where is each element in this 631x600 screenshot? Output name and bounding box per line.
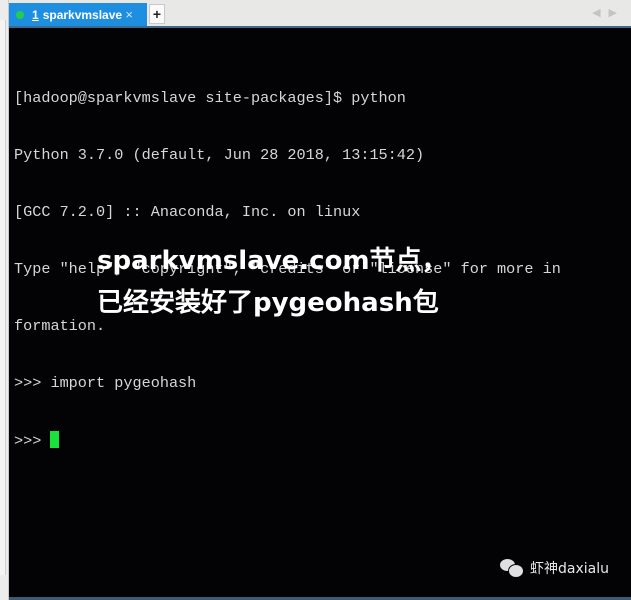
left-panel-strip <box>0 0 9 600</box>
terminal-window[interactable]: [hadoop@sparkvmslave site-packages]$ pyt… <box>9 26 631 597</box>
terminal-line: >>> import pygeohash <box>14 374 197 392</box>
tab-sparkvmslave[interactable]: 1 sparkvmslave × <box>9 3 147 26</box>
tab-prev-icon[interactable]: ◀ <box>592 6 600 19</box>
terminal-line: [GCC 7.2.0] :: Anaconda, Inc. on linux <box>14 203 361 221</box>
watermark-text: 虾神daxialu <box>530 561 609 577</box>
caption-line-2: 已经安装好了pygeohash包 <box>97 288 439 318</box>
terminal-cursor <box>50 431 60 448</box>
tab-next-icon[interactable]: ▶ <box>609 6 617 19</box>
caption-overlay: sparkvmslave.com节点， 已经安装好了pygeohash包 <box>97 240 448 324</box>
terminal-prompt-line[interactable]: >>> <box>14 431 561 450</box>
caption-line-1: sparkvmslave.com节点， <box>97 246 448 276</box>
watermark: 虾神daxialu <box>500 558 609 578</box>
close-tab-icon[interactable]: × <box>125 7 133 22</box>
tab-number: 1 <box>32 7 39 22</box>
tab-label: sparkvmslave <box>42 7 123 22</box>
panel-resize-handle[interactable] <box>0 20 6 575</box>
add-tab-button[interactable]: + <box>149 4 165 24</box>
wechat-icon <box>500 559 524 578</box>
connection-status-icon <box>16 10 24 19</box>
terminal-line: Python 3.7.0 (default, Jun 28 2018, 13:1… <box>14 146 425 164</box>
tab-navigation: ◀ ▶ <box>592 6 617 19</box>
terminal-line: [hadoop@sparkvmslave site-packages]$ pyt… <box>14 89 406 107</box>
terminal-prompt: >>> <box>14 432 51 450</box>
session-tab-bar: 1 sparkvmslave × + ◀ ▶ <box>9 0 631 26</box>
